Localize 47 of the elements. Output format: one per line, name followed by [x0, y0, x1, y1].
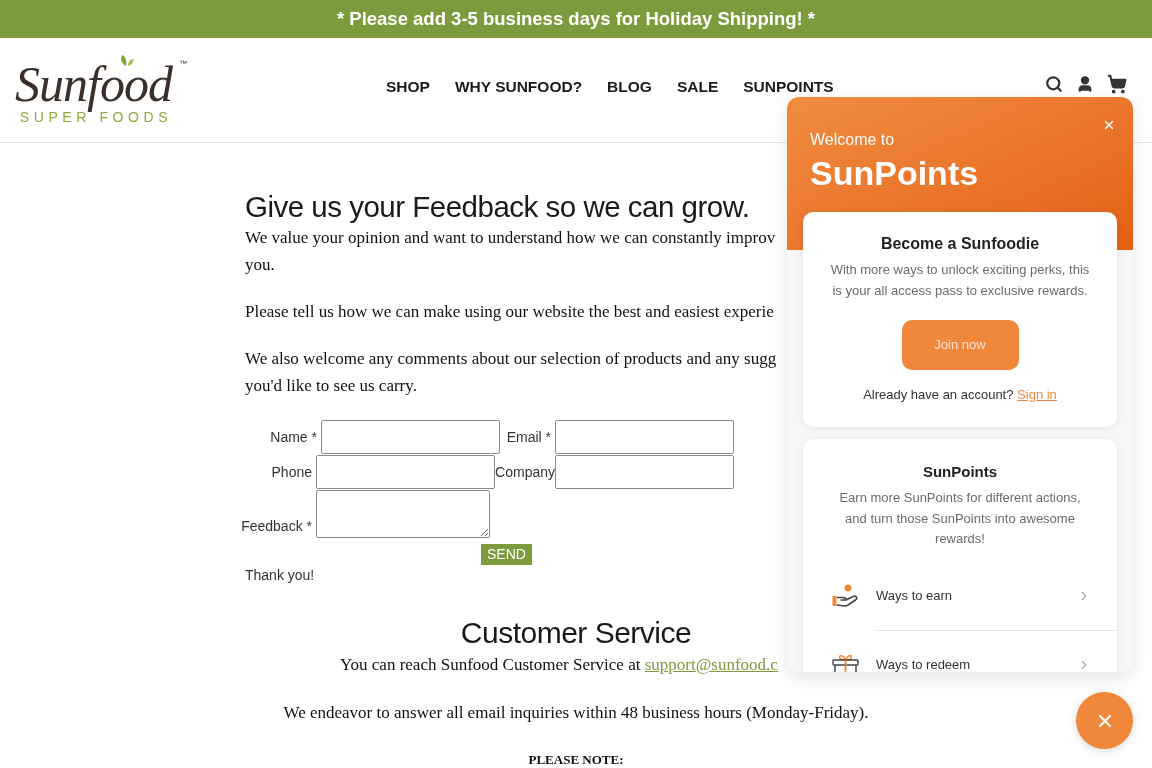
thanks-text: Thank you! [245, 566, 315, 584]
leaf-icon [120, 53, 134, 66]
logo-wordmark[interactable]: Sunfood [11, 55, 179, 113]
rewards-link-row[interactable]: Ways to earn [803, 561, 1117, 630]
nav-link[interactable]: SHOP [386, 78, 430, 96]
hand-coin-icon [832, 583, 859, 608]
paragraph-text: We value your opinion and want to understand how we can constantly improv [245, 227, 776, 249]
page-heading: Give us your Feedback so we can grow. [245, 189, 751, 224]
paragraph-text: you'd like to see us carry. [245, 375, 417, 397]
nav-link[interactable]: SUNPOINTS [743, 78, 834, 96]
card-heading: Become a Sunfoodie [880, 234, 1040, 254]
rewards-launcher-button[interactable] [1076, 692, 1133, 749]
paragraph-text: Please tell us how we can make using our website the best and easiest experie [245, 301, 774, 323]
announcement-text: * Please add 3-5 business days for Holiday Shipping! * [336, 7, 815, 32]
input-field[interactable] [316, 455, 495, 489]
field-label: Name * [270, 427, 317, 447]
field-label: Feedback * [241, 517, 312, 536]
input-field[interactable] [555, 455, 734, 489]
cart-icon[interactable] [1107, 74, 1127, 94]
rewards-link-row[interactable]: Ways to redeem [803, 630, 1117, 672]
gift-icon [832, 652, 859, 672]
field-label: Company [495, 462, 555, 482]
paragraph-text: We also welcome any comments about our selection of products and any sugg [245, 348, 777, 370]
popup-title: SunPoints [810, 153, 979, 193]
card-text: With more ways to unlock exciting perks, this is your all access pass to exclusive rewards. [829, 261, 1091, 300]
section-heading: Customer Service [459, 615, 693, 651]
search-icon[interactable] [1045, 75, 1063, 93]
account-icon[interactable] [1076, 75, 1094, 93]
signin-text: Already have an account? Sign in [863, 386, 1057, 404]
field-label: Phone [271, 462, 312, 482]
hours-text: We endeavor to answer all email inquiries within 48 business hours (Monday-Friday). [282, 702, 870, 724]
close-icon [1102, 118, 1116, 132]
card-text: Earn more SunPoints for different actions, and turn those SunPoints into awesome rewards! [838, 489, 1082, 548]
input-field[interactable] [321, 420, 500, 454]
nav-link[interactable]: BLOG [607, 78, 652, 96]
popup-greeting: Welcome to [810, 130, 895, 150]
field-label: Email * [506, 427, 551, 447]
nav-link[interactable]: WHY SUNFOOD? [454, 78, 583, 96]
textarea-field[interactable] [316, 490, 490, 538]
paragraph-text: you. [245, 254, 275, 276]
card-heading: SunPoints [922, 462, 998, 482]
nav-link[interactable]: SALE [676, 78, 719, 96]
rewards-link-label: Ways to redeem [876, 655, 971, 672]
rewards-link-label: Ways to earn [876, 586, 953, 605]
note-heading: PLEASE NOTE: [527, 751, 625, 768]
input-field[interactable] [555, 420, 734, 454]
trademark-mark: ™ [178, 59, 187, 69]
